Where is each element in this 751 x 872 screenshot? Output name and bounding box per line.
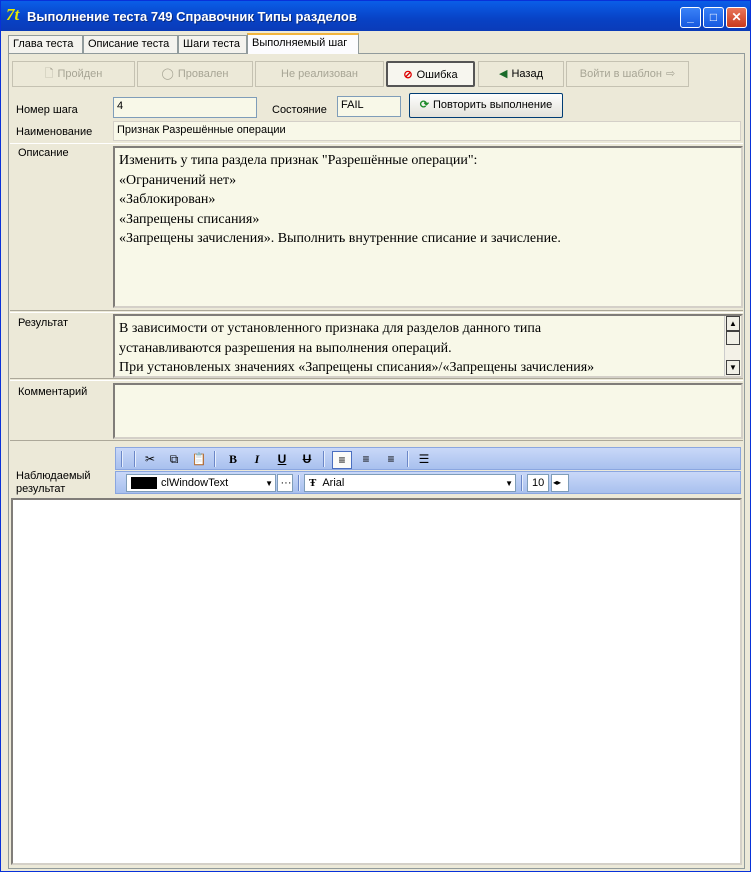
chevron-down-icon: ▼ [265,479,273,488]
back-button[interactable]: ◀ Назад [478,61,564,87]
font-toolbar: clWindowText ▼ ··· Ŧ Arial ▼ 10 ◂▸ [115,471,741,494]
name-label: Наименование [16,126,93,138]
align-right-icon[interactable]: ≡ [382,451,400,467]
result-scrollbar[interactable]: ▲ ▼ [724,316,740,376]
tab-current-step[interactable]: Выполняемый шаг [247,33,359,54]
result-line: В зависимости от установленного признака… [119,321,542,336]
italic-icon[interactable]: I [248,451,266,467]
tab-description[interactable]: Описание теста [83,35,178,53]
name-field[interactable]: Признак Разрешённые операции [113,121,741,141]
maximize-button[interactable]: □ [703,7,724,28]
step-number-field[interactable]: 4 [113,97,257,118]
font-size-spin-icon[interactable]: ◂▸ [551,474,569,492]
observed-label: Наблюдаемый результат [16,470,91,495]
comment-label: Комментарий [18,386,88,398]
error-button[interactable]: ⊘ Ошибка [386,61,475,87]
toolbar-separator [323,451,325,467]
close-button[interactable]: ✕ [726,7,747,28]
bold-icon[interactable]: B [224,451,242,467]
arrow-right-icon: ⇨ [666,68,676,80]
align-center-icon[interactable]: ≡ [357,451,375,467]
toolbar-grip [121,451,123,467]
tab-chapter[interactable]: Глава теста [8,35,83,53]
paste-icon[interactable]: 📋 [190,451,208,467]
font-icon: Ŧ [309,477,317,489]
error-icon: ⊘ [403,69,413,81]
description-line: «Запрещены списания» [119,211,260,227]
not-implemented-button[interactable]: Не реализован [255,61,384,87]
repeat-button[interactable]: ⟳ Повторить выполнение [409,93,563,118]
state-label: Состояние [272,104,327,116]
bullet-list-icon[interactable]: ☰ [415,451,433,467]
toolbar-separator [134,451,136,467]
failed-button[interactable]: ◯ Провален [137,61,253,87]
description-line: «Ограничений нет» [119,172,237,188]
circle-icon: ◯ [161,68,174,80]
comment-memo[interactable] [113,383,743,439]
chevron-down-icon: ▼ [505,479,513,488]
observed-result-editor[interactable] [11,498,742,865]
color-combo[interactable]: clWindowText ▼ [126,474,276,492]
refresh-icon: ⟳ [419,99,429,111]
window-title: Выполнение теста 749 Справочник Типы раз… [27,9,357,24]
scroll-up-icon[interactable]: ▲ [726,316,740,331]
app-logo-icon: 7t [6,5,20,24]
state-field[interactable]: FAIL [337,96,401,117]
description-label: Описание [18,147,69,159]
minimize-button[interactable]: _ [680,7,701,28]
passed-button[interactable]: 🗋 Пройден [12,61,135,87]
title-bar[interactable]: 7t Выполнение теста 749 Справочник Типы … [1,1,750,31]
result-line: устанавливаются разрешения на выполнения… [119,340,452,356]
toolbar-separator [407,451,409,467]
description-memo[interactable]: Изменить у типа раздела признак "Разрешё… [113,146,743,308]
step-number-label: Номер шага [16,104,78,116]
toolbar-separator [298,475,300,491]
tab-steps[interactable]: Шаги теста [178,35,247,53]
result-label: Результат [18,317,69,329]
enter-template-button[interactable]: Войти в шаблон ⇨ [566,61,689,87]
scroll-down-icon[interactable]: ▼ [726,360,740,375]
arrow-left-icon: ◀ [499,68,508,80]
description-line: «Запрещены зачисления». Выполнить внутре… [119,231,561,246]
toolbar-separator [214,451,216,467]
color-more-button[interactable]: ··· [277,474,293,492]
toolbar-separator [521,475,523,491]
color-swatch [131,477,157,490]
font-size-field[interactable]: 10 [527,474,549,492]
copy-icon[interactable]: ⧉ [165,451,183,467]
strikethrough-icon[interactable]: U [298,451,316,467]
document-icon: 🗋 [44,68,54,80]
format-toolbar: ✂ ⧉ 📋 B I U U ≡ ≡ ≡ ☰ [115,447,741,470]
result-memo[interactable]: В зависимости от установленного признака… [113,314,743,378]
align-left-icon[interactable]: ≡ [332,451,352,469]
description-line: «Заблокирован» [119,192,216,207]
underline-icon[interactable]: U [273,451,291,467]
result-line: При установленых значениях «Запрещены сп… [119,360,595,375]
font-combo[interactable]: Ŧ Arial ▼ [304,474,516,492]
main-window: 7t Выполнение теста 749 Справочник Типы … [0,0,751,872]
scroll-thumb[interactable] [726,331,740,345]
cut-icon[interactable]: ✂ [141,451,159,467]
description-line: Изменить у типа раздела признак "Разрешё… [119,153,478,168]
